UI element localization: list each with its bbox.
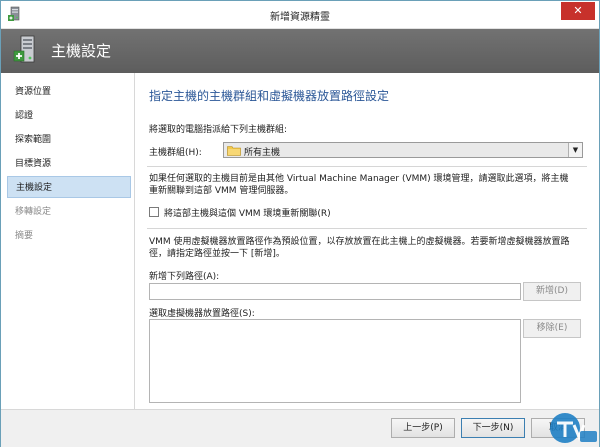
nav-item-credentials[interactable]: 認證 (7, 105, 131, 127)
site-logo-icon (550, 413, 597, 443)
placement-paths-list[interactable] (149, 319, 521, 403)
paths-list-label: 選取虛擬機器放置路徑(S): (149, 309, 255, 319)
host-group-label: 主機群組(H): (149, 148, 202, 158)
server-icon (13, 35, 35, 63)
folder-icon (227, 146, 241, 156)
reassociate-description: 如果任何選取的主機目前是由其他 Virtual Machine Manager … (149, 173, 589, 197)
placement-path-input[interactable] (149, 283, 521, 300)
reassociate-description-line2: 重新關聯到這部 VMM 管理伺服器。 (149, 186, 294, 196)
divider (147, 166, 587, 167)
wizard-footer: 上一步(P) 下一步(N) 取消 (1, 409, 599, 447)
add-path-button[interactable]: 新增(D) (523, 282, 581, 301)
wizard-nav: 資源位置 認證 探索範圍 目標資源 主機設定 移轉設定 摘要 (1, 73, 135, 409)
placement-path-description-line1: VMM 使用虛擬機器放置路徑作為預設位置，以存放放置在此主機上的虛擬機器。若要新… (149, 237, 570, 247)
remove-path-button[interactable]: 移除(E) (523, 319, 581, 338)
assign-host-group-text: 將選取的電腦指派給下列主機群組: (149, 125, 288, 135)
page-title: 主機設定 (51, 42, 112, 60)
nav-item-resource-location[interactable]: 資源位置 (7, 81, 131, 103)
previous-button[interactable]: 上一步(P) (391, 418, 455, 438)
host-group-dropdown[interactable]: 所有主機 ▼ (223, 142, 583, 158)
wizard-window: 新增資源精靈 ✕ 主機設定 資源位置 認證 探索範圍 目標資源 主機設定 移轉設… (0, 0, 600, 447)
reassociate-checkbox-label[interactable]: 將這部主機與這個 VMM 環境重新關聯(R) (164, 206, 331, 219)
reassociate-description-line1: 如果任何選取的主機目前是由其他 Virtual Machine Manager … (149, 174, 569, 184)
placement-path-description: VMM 使用虛擬機器放置路徑作為預設位置，以存放放置在此主機上的虛擬機器。若要新… (149, 236, 589, 260)
reassociate-checkbox[interactable] (149, 207, 159, 217)
nav-item-host-settings[interactable]: 主機設定 (7, 176, 131, 198)
placement-path-description-line2: 徑，請指定路徑並按一下 [新增]。 (149, 249, 285, 259)
nav-item-target-resources[interactable]: 目標資源 (7, 153, 131, 175)
nav-item-migration-settings: 移轉設定 (15, 207, 52, 217)
section-heading: 指定主機的主機群組和虛擬機器放置路徑設定 (149, 89, 390, 103)
divider (147, 228, 587, 229)
nav-item-summary: 摘要 (15, 231, 34, 241)
close-icon: ✕ (573, 4, 583, 17)
title-bar: 新增資源精靈 ✕ (1, 1, 599, 29)
window-title: 新增資源精靈 (270, 12, 330, 23)
nav-item-discovery-scope[interactable]: 探索範圍 (7, 129, 131, 151)
next-button[interactable]: 下一步(N) (461, 418, 525, 438)
page-banner: 主機設定 (1, 29, 599, 73)
add-path-label: 新增下列路徑(A): (149, 272, 220, 282)
chevron-down-icon[interactable]: ▼ (568, 143, 582, 157)
main-panel: 指定主機的主機群組和虛擬機器放置路徑設定 將選取的電腦指派給下列主機群組: 主機… (137, 73, 599, 409)
host-group-value: 所有主機 (244, 148, 281, 158)
close-button[interactable]: ✕ (561, 2, 595, 20)
